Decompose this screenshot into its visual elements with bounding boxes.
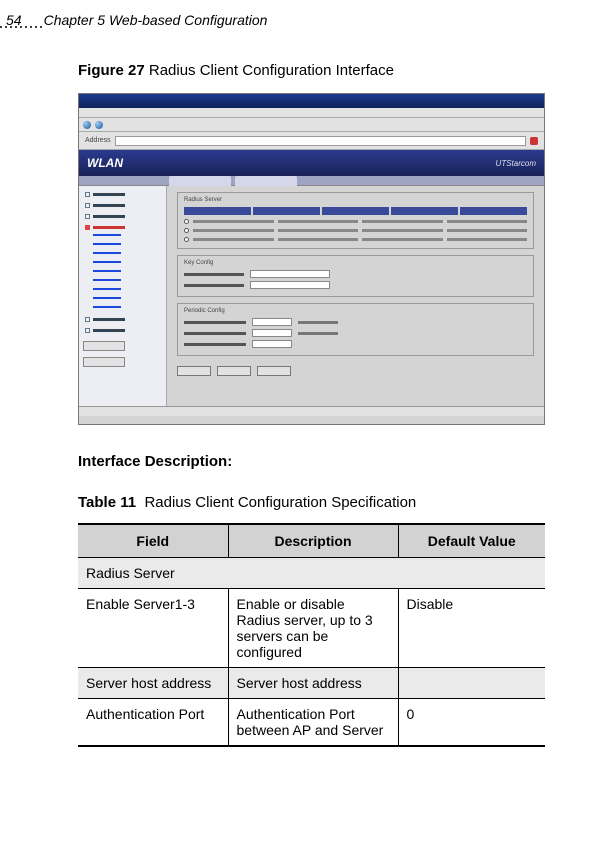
- screenshot-figure: Address WLAN UTStarcom: [78, 93, 545, 425]
- cell-desc: Authentication Port between AP and Serve…: [228, 699, 398, 747]
- table-caption: Table 11 Radius Client Configuration Spe…: [78, 494, 566, 511]
- cell-default: [398, 668, 545, 699]
- chapter-title: Chapter 5 Web-based Configuration: [44, 12, 268, 28]
- status-bar: [79, 406, 544, 416]
- cell-desc: Server host address: [228, 668, 398, 699]
- main-panel: Radius Server Key Config Periodic Config: [167, 186, 544, 406]
- tab: [235, 176, 297, 186]
- section-cell: Radius Server: [78, 558, 545, 589]
- back-icon: [83, 121, 91, 129]
- brand-right: UTStarcom: [496, 159, 536, 168]
- refresh-button: [217, 366, 251, 376]
- brand-logo: WLAN: [87, 156, 123, 170]
- periodic-config-panel: Periodic Config: [177, 303, 534, 356]
- stop-icon: [530, 137, 538, 145]
- window-titlebar: [79, 94, 544, 108]
- button-row: [177, 362, 534, 376]
- section-heading: Interface Description:: [78, 453, 566, 470]
- cell-field: Server host address: [78, 668, 228, 699]
- address-label: Address: [85, 137, 111, 144]
- window-menubar: [79, 108, 544, 118]
- panel-title: Periodic Config: [184, 308, 527, 314]
- sidebar-nav: [79, 186, 167, 406]
- key-config-panel: Key Config: [177, 255, 534, 297]
- table-title: Radius Client Configuration Specificatio…: [144, 494, 416, 511]
- address-input: [115, 136, 526, 146]
- panel-title: Radius Server: [184, 197, 527, 203]
- radius-server-panel: Radius Server: [177, 192, 534, 249]
- page-header: 54 Chapter 5 Web-based Configuration: [0, 0, 590, 36]
- panel-title: Key Config: [184, 260, 527, 266]
- decorative-dots: [0, 26, 52, 34]
- browser-toolbar: [79, 118, 544, 132]
- cell-desc: Enable or disable Radius server, up to 3…: [228, 589, 398, 668]
- content-tabs: [79, 176, 544, 186]
- brand-bar: WLAN UTStarcom: [79, 150, 544, 176]
- figure-label: Figure 27: [78, 62, 145, 79]
- col-default: Default Value: [398, 524, 545, 558]
- cell-field: Authentication Port: [78, 699, 228, 747]
- table-row: Radius Server: [78, 558, 545, 589]
- tab: [169, 176, 231, 186]
- sidebar-button: [83, 341, 125, 351]
- figure-caption: Figure 27 Radius Client Configuration In…: [78, 62, 566, 79]
- table-label: Table 11: [78, 494, 136, 511]
- cell-field: Enable Server1-3: [78, 589, 228, 668]
- forward-icon: [95, 121, 103, 129]
- col-description: Description: [228, 524, 398, 558]
- cell-default: 0: [398, 699, 545, 747]
- table-row: Authentication Port Authentication Port …: [78, 699, 545, 747]
- table-header-row: Field Description Default Value: [78, 524, 545, 558]
- col-field: Field: [78, 524, 228, 558]
- apply-button: [177, 366, 211, 376]
- table-row: Enable Server1-3 Enable or disable Radiu…: [78, 589, 545, 668]
- table-row: Server host address Server host address: [78, 668, 545, 699]
- sidebar-button: [83, 357, 125, 367]
- figure-title: Radius Client Configuration Interface: [149, 62, 394, 79]
- address-bar: Address: [79, 132, 544, 150]
- cancel-button: [257, 366, 291, 376]
- spec-table: Field Description Default Value Radius S…: [78, 523, 545, 747]
- cell-default: Disable: [398, 589, 545, 668]
